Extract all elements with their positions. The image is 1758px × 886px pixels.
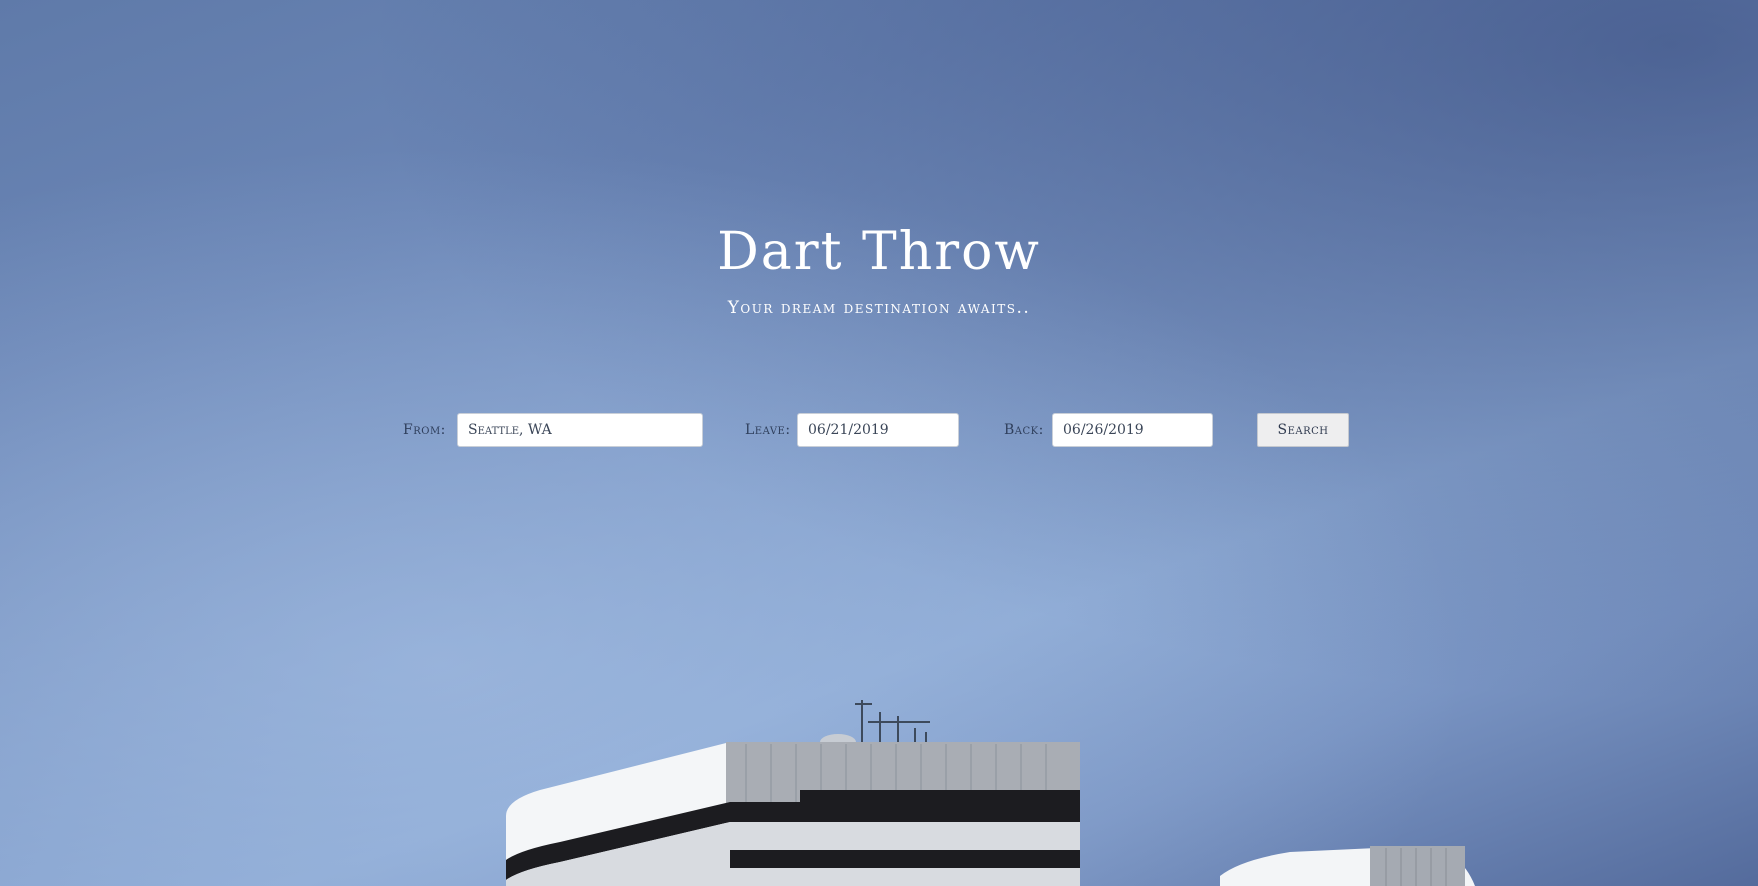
building-photo-graphic xyxy=(506,700,1475,886)
secondary-building-graphic xyxy=(1220,846,1475,886)
main-building-graphic xyxy=(506,742,1080,886)
antenna-graphic xyxy=(855,700,930,748)
